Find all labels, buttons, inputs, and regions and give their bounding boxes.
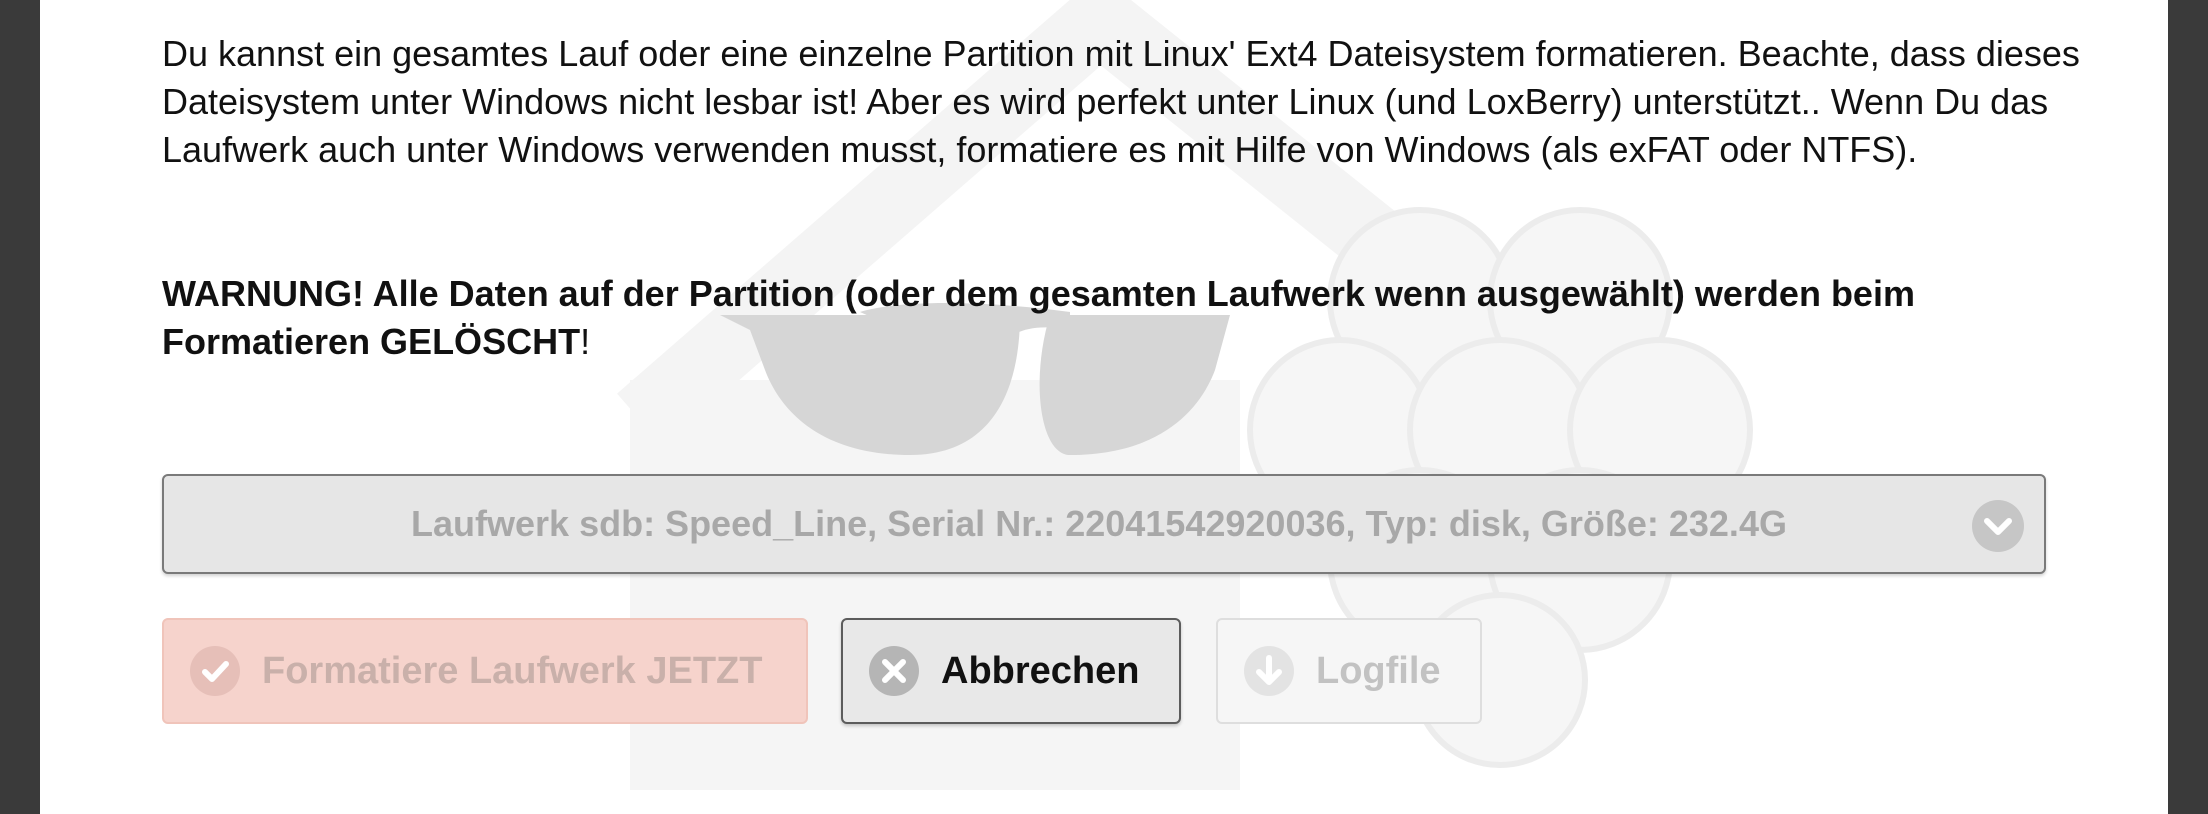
- drive-select-value: Laufwerk sdb: Speed_Line, Serial Nr.: 22…: [411, 503, 1787, 544]
- format-drive-button[interactable]: Formatiere Laufwerk JETZT: [162, 618, 808, 724]
- logfile-button[interactable]: Logfile: [1216, 618, 1482, 724]
- format-button-label: Formatiere Laufwerk JETZT: [262, 649, 763, 692]
- close-icon: [869, 646, 919, 696]
- modal-backdrop-right: [2168, 0, 2208, 814]
- warning-suffix: !: [580, 321, 591, 362]
- cancel-button[interactable]: Abbrechen: [841, 618, 1181, 724]
- cancel-button-label: Abbrechen: [941, 649, 1140, 692]
- download-icon: [1244, 646, 1294, 696]
- intro-text: Du kannst ein gesamtes Lauf oder eine ei…: [162, 33, 2080, 170]
- warning-bold-text: WARNUNG! Alle Daten auf der Partition (o…: [162, 273, 1915, 362]
- chevron-down-icon[interactable]: [1972, 500, 2024, 552]
- modal-backdrop-left: [0, 0, 40, 814]
- drive-select[interactable]: Laufwerk sdb: Speed_Line, Serial Nr.: 22…: [162, 474, 2046, 574]
- warning-text: WARNUNG! Alle Daten auf der Partition (o…: [162, 270, 2122, 366]
- dialog-content: Du kannst ein gesamtes Lauf oder eine ei…: [40, 0, 2168, 814]
- logfile-button-label: Logfile: [1316, 649, 1441, 692]
- check-icon: [190, 646, 240, 696]
